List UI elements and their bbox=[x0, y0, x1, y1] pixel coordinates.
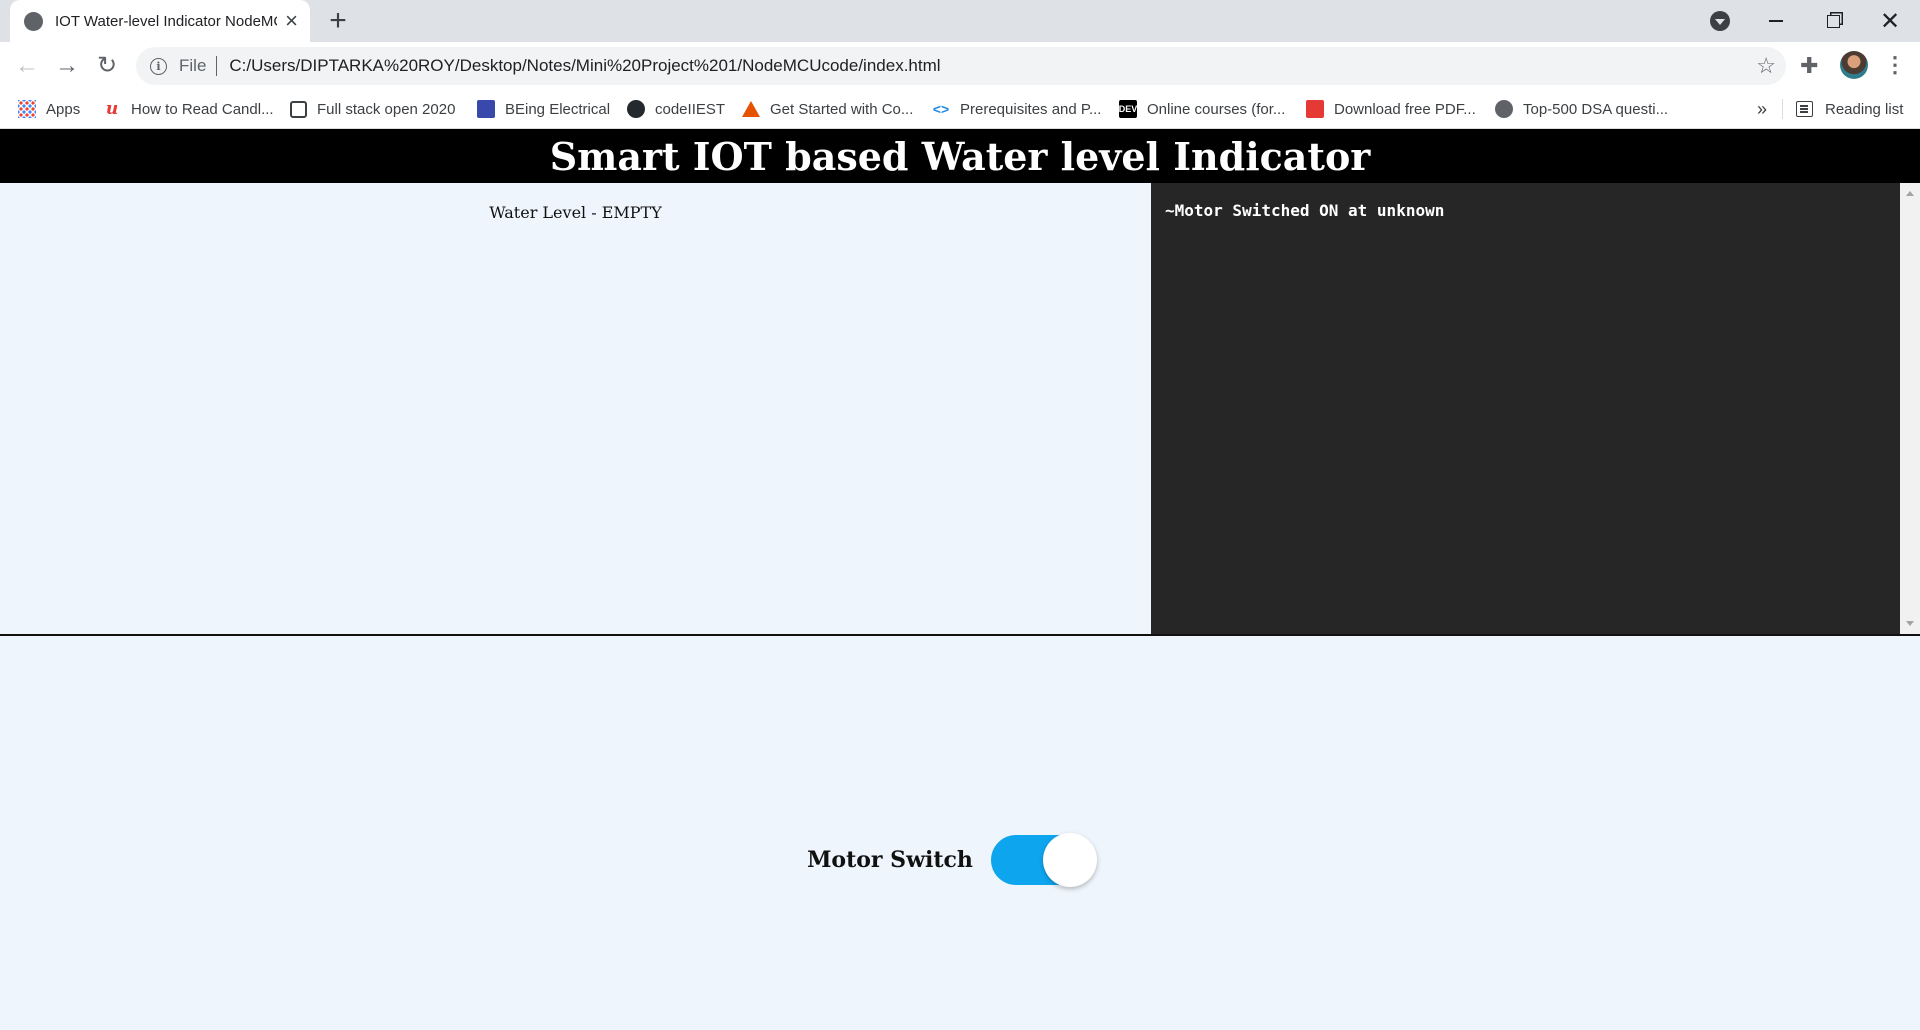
page-title: Smart IOT based Water level Indicator bbox=[0, 129, 1920, 183]
bookmark-codeiiest[interactable]: codeIIEST bbox=[627, 89, 725, 129]
restore-button[interactable] bbox=[1805, 0, 1861, 42]
address-bar[interactable]: i File C:/Users/DIPTARKA%20ROY/Desktop/N… bbox=[136, 47, 1786, 85]
url-text[interactable]: C:/Users/DIPTARKA%20ROY/Desktop/Notes/Mi… bbox=[229, 56, 940, 76]
reading-list-label: Reading list bbox=[1825, 100, 1904, 118]
bookmark-label: How to Read Candl... bbox=[131, 100, 274, 118]
bookmark-dsa[interactable]: Top-500 DSA questi... bbox=[1495, 89, 1668, 129]
extensions-puzzle-icon[interactable]: ✚ bbox=[1800, 53, 1818, 79]
address-separator bbox=[216, 56, 218, 76]
bookmark-label: Top-500 DSA questi... bbox=[1523, 100, 1669, 118]
motor-log-panel: ~Motor Switched ON at unknown bbox=[1151, 183, 1900, 634]
pdf-icon bbox=[1306, 100, 1324, 118]
bookmark-prerequisites[interactable]: <> Prerequisites and P... bbox=[932, 89, 1102, 129]
water-level-status: Water Level - EMPTY bbox=[489, 203, 662, 222]
site-icon bbox=[477, 100, 495, 118]
log-entry: ~Motor Switched ON at unknown bbox=[1165, 201, 1445, 220]
browser-toolbar: ← → ↻ i File C:/Users/DIPTARKA%20ROY/Des… bbox=[0, 42, 1920, 89]
page-viewport: Smart IOT based Water level Indicator Wa… bbox=[0, 129, 1920, 1030]
bookmark-star-icon[interactable]: ☆ bbox=[1756, 53, 1776, 79]
bookmark-label: Online courses (for... bbox=[1147, 100, 1286, 118]
motor-switch-label: Motor Switch bbox=[807, 847, 973, 873]
bookmark-apps[interactable]: Apps bbox=[18, 89, 80, 129]
bookmarks-bar: Apps u How to Read Candl... Full stack o… bbox=[0, 89, 1920, 129]
tab-search-icon[interactable] bbox=[1710, 11, 1730, 31]
more-menu-icon[interactable]: ⋮ bbox=[1884, 51, 1906, 79]
minimize-button[interactable] bbox=[1748, 0, 1804, 42]
bookmark-fullstackopen[interactable]: Full stack open 2020 bbox=[290, 89, 455, 129]
back-button[interactable]: ← bbox=[12, 51, 42, 81]
bookmark-label: Prerequisites and P... bbox=[960, 100, 1102, 118]
code-icon: <> bbox=[932, 101, 950, 117]
reading-list-button[interactable]: Reading list bbox=[1796, 89, 1903, 129]
water-level-panel: Water Level - EMPTY bbox=[0, 183, 1151, 634]
browser-tab[interactable]: IOT Water-level Indicator NodeMCU × bbox=[10, 0, 310, 42]
minimize-icon bbox=[1769, 20, 1783, 22]
bookmarks-overflow-button[interactable]: » bbox=[1757, 89, 1767, 129]
bookmark-being-electrical[interactable]: BEing Electrical bbox=[477, 89, 610, 129]
motor-switch-row: Motor Switch bbox=[0, 833, 1920, 887]
toggle-knob[interactable] bbox=[1042, 833, 1097, 887]
tab-strip: IOT Water-level Indicator NodeMCU × + ✕ bbox=[0, 0, 1920, 42]
scroll-up-arrow-icon[interactable] bbox=[1906, 191, 1914, 196]
globe-icon bbox=[1495, 100, 1513, 118]
github-icon bbox=[627, 100, 645, 118]
restore-icon bbox=[1826, 14, 1840, 28]
bookmark-free-pdf[interactable]: Download free PDF... bbox=[1306, 89, 1476, 129]
reading-list-icon bbox=[1796, 101, 1813, 117]
scheme-chip: File bbox=[179, 56, 207, 75]
bookmark-matlab[interactable]: Get Started with Co... bbox=[742, 89, 913, 129]
forward-button[interactable]: → bbox=[52, 51, 82, 81]
close-tab-icon[interactable]: × bbox=[285, 10, 298, 32]
close-window-button[interactable]: ✕ bbox=[1862, 0, 1918, 42]
apps-grid-icon bbox=[18, 100, 36, 118]
info-icon[interactable]: i bbox=[150, 57, 167, 75]
square-icon bbox=[290, 100, 307, 118]
bookmark-label: Full stack open 2020 bbox=[317, 100, 456, 118]
dev-icon: DEV bbox=[1119, 100, 1137, 118]
motor-switch-toggle[interactable] bbox=[990, 833, 1097, 887]
globe-icon bbox=[24, 11, 43, 31]
scroll-down-arrow-icon[interactable] bbox=[1906, 621, 1914, 626]
bookmark-label: Get Started with Co... bbox=[770, 100, 914, 118]
section-divider bbox=[0, 634, 1920, 636]
reload-button[interactable]: ↻ bbox=[92, 51, 122, 81]
bookmarks-divider bbox=[1782, 99, 1783, 119]
bookmark-label: BEing Electrical bbox=[505, 100, 611, 118]
bookmark-candlesticks[interactable]: u How to Read Candl... bbox=[103, 89, 274, 129]
log-scrollbar[interactable] bbox=[1900, 183, 1920, 634]
udemy-icon: u bbox=[105, 99, 119, 119]
tab-title: IOT Water-level Indicator NodeMCU bbox=[55, 12, 278, 30]
bookmark-label: Apps bbox=[46, 100, 81, 118]
matlab-icon bbox=[742, 101, 760, 117]
profile-avatar[interactable] bbox=[1840, 51, 1868, 79]
new-tab-button[interactable]: + bbox=[324, 5, 352, 37]
bookmark-label: codeIIEST bbox=[655, 100, 726, 118]
bookmark-label: Download free PDF... bbox=[1334, 100, 1476, 118]
bookmark-online-courses[interactable]: DEV Online courses (for... bbox=[1119, 89, 1285, 129]
